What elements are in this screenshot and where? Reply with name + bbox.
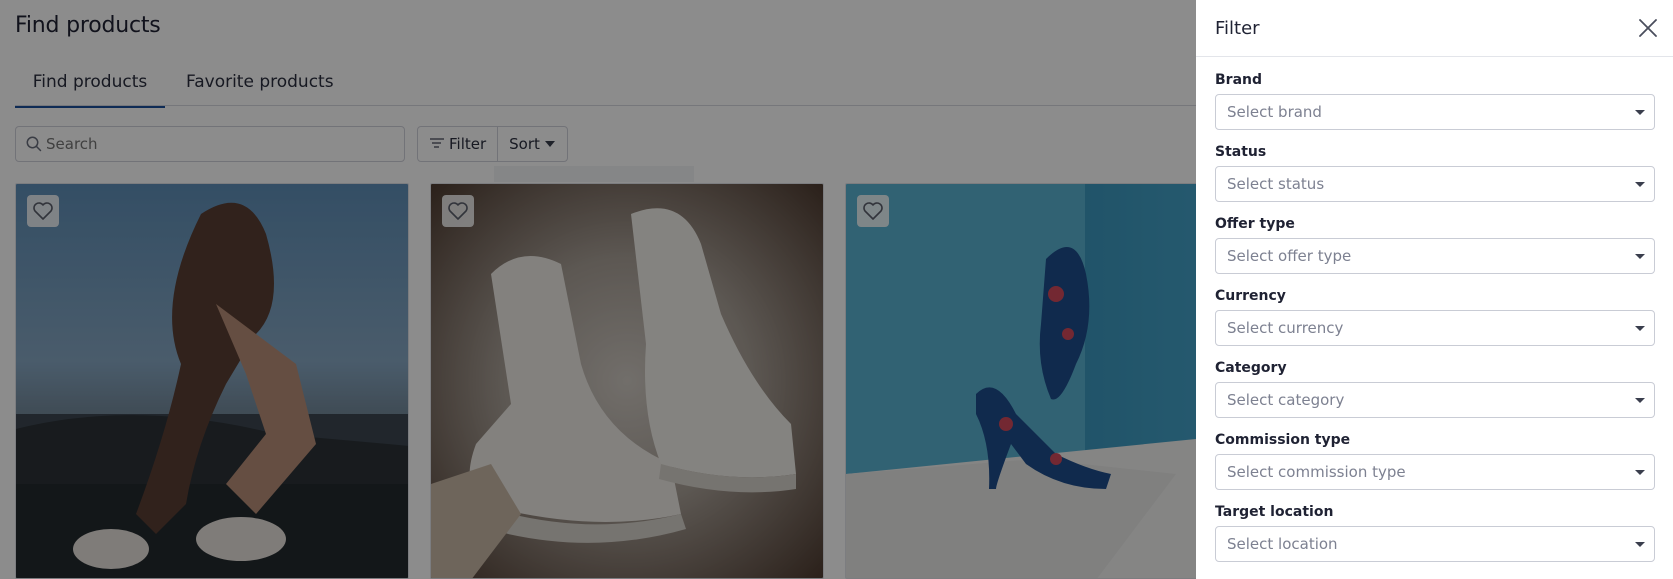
brand-select[interactable]: Select brand [1215,94,1655,130]
commission-type-select-placeholder: Select commission type [1227,463,1406,481]
close-button[interactable] [1638,18,1658,38]
target-location-select[interactable]: Select location [1215,526,1655,562]
category-select-placeholder: Select category [1227,391,1345,409]
brand-select-placeholder: Select brand [1227,103,1322,121]
offer-type-select-placeholder: Select offer type [1227,247,1352,265]
filter-drawer-header: Filter [1196,0,1673,57]
chevron-down-icon [1635,398,1645,403]
commission-type-select[interactable]: Select commission type [1215,454,1655,490]
offer-type-select[interactable]: Select offer type [1215,238,1655,274]
category-label: Category [1215,360,1287,376]
target-location-label: Target location [1215,504,1334,520]
target-location-select-placeholder: Select location [1227,535,1338,553]
status-select-placeholder: Select status [1227,175,1325,193]
filter-drawer-title: Filter [1215,18,1260,39]
currency-label: Currency [1215,288,1286,304]
chevron-down-icon [1635,470,1645,475]
currency-select-placeholder: Select currency [1227,319,1344,337]
chevron-down-icon [1635,542,1645,547]
filter-drawer: Filter Brand Select brand Status Select … [1196,0,1673,579]
offer-type-label: Offer type [1215,216,1295,232]
brand-label: Brand [1215,72,1263,88]
status-label: Status [1215,144,1267,160]
chevron-down-icon [1635,254,1645,259]
currency-select[interactable]: Select currency [1215,310,1655,346]
status-select[interactable]: Select status [1215,166,1655,202]
close-icon [1639,19,1657,37]
category-select[interactable]: Select category [1215,382,1655,418]
chevron-down-icon [1635,326,1645,331]
chevron-down-icon [1635,182,1645,187]
commission-type-label: Commission type [1215,432,1351,448]
chevron-down-icon [1635,110,1645,115]
